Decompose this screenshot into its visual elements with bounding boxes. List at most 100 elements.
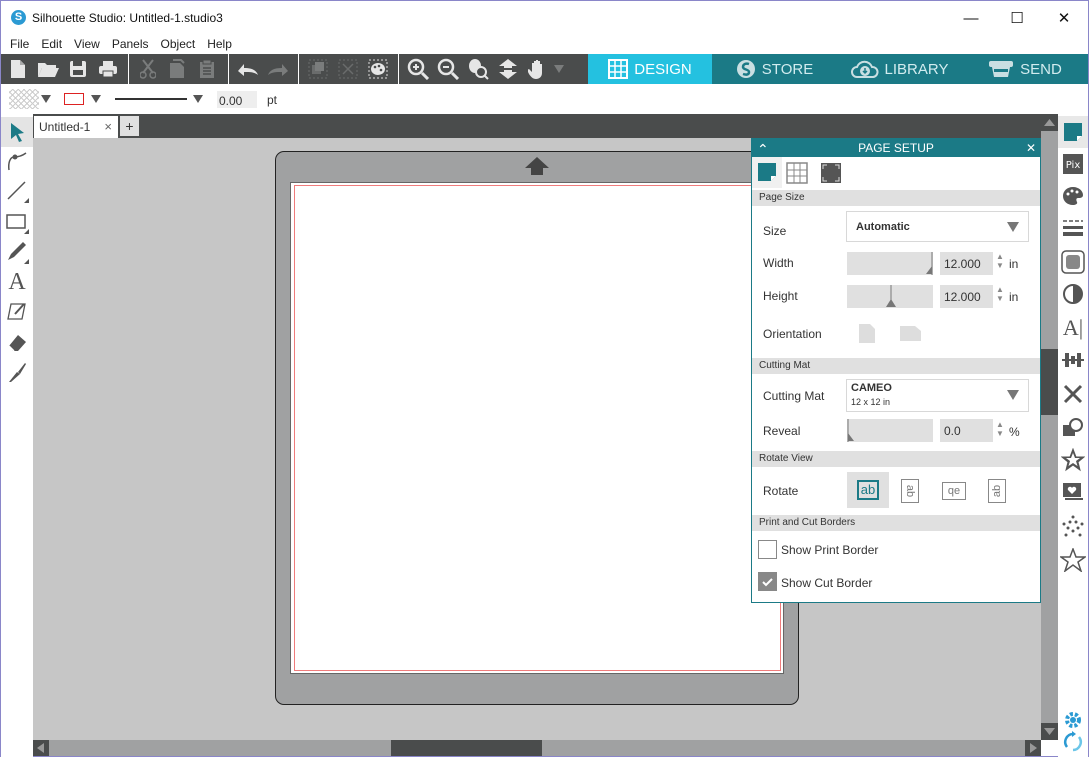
line-style-preview[interactable]: [115, 98, 187, 100]
minimize-button[interactable]: —: [948, 1, 994, 35]
maximize-button[interactable]: ☐: [994, 1, 1040, 35]
grid-subtab[interactable]: [786, 162, 808, 187]
fill-pattern-swatch[interactable]: [9, 89, 39, 109]
sync-button[interactable]: [1058, 726, 1088, 758]
knife-tool[interactable]: [1, 357, 33, 387]
rotate-90-button[interactable]: ab: [901, 479, 919, 503]
edit-points-tool[interactable]: [1, 146, 33, 176]
cut-icon[interactable]: [133, 54, 163, 84]
draw-tool[interactable]: [1, 237, 33, 267]
scroll-up-button[interactable]: [1041, 114, 1058, 131]
registration-subtab[interactable]: [820, 162, 842, 187]
cutting-mat-dropdown[interactable]: CAMEO 12 x 12 in: [846, 379, 1029, 412]
close-button[interactable]: ✕: [1041, 1, 1087, 35]
slider-thumb[interactable]: [925, 252, 933, 275]
modify-panel-button[interactable]: [1058, 412, 1088, 444]
width-spinner[interactable]: ▲ ▼: [996, 252, 1004, 270]
rhinestone-panel-button[interactable]: [1058, 510, 1088, 542]
show-print-border-checkbox[interactable]: [758, 540, 777, 559]
show-cut-border-checkbox[interactable]: [758, 572, 777, 591]
scroll-left-button[interactable]: [33, 740, 49, 756]
line-tool[interactable]: [1, 176, 33, 206]
new-file-icon[interactable]: [3, 54, 33, 84]
menu-help[interactable]: Help: [201, 35, 238, 54]
height-spinner[interactable]: ▲ ▼: [996, 285, 1004, 303]
fit-page-icon[interactable]: [493, 54, 523, 84]
reveal-spinner[interactable]: ▲ ▼: [996, 420, 1004, 438]
offset-panel-button[interactable]: [1058, 246, 1088, 278]
tab-design[interactable]: DESIGN: [588, 54, 712, 84]
contrast-panel-button[interactable]: [1058, 278, 1088, 310]
height-slider[interactable]: [847, 285, 933, 308]
rotate-0-button[interactable]: ab: [847, 472, 889, 508]
zoom-select-icon[interactable]: [463, 54, 493, 84]
slider-thumb[interactable]: [885, 285, 897, 308]
tab-library[interactable]: LIBRARY: [837, 54, 962, 84]
zoom-out-icon[interactable]: [433, 54, 463, 84]
redo-icon[interactable]: [263, 54, 293, 84]
pixscan-panel-button[interactable]: Pix: [1058, 148, 1088, 180]
menu-file[interactable]: File: [4, 35, 35, 54]
add-document-button[interactable]: +: [120, 116, 139, 136]
scroll-down-button[interactable]: [1041, 723, 1058, 740]
vertical-scrollbar[interactable]: [1041, 114, 1058, 740]
save-icon[interactable]: [63, 54, 93, 84]
sketch-tool[interactable]: [1, 297, 33, 327]
width-input[interactable]: 12.000: [940, 252, 993, 275]
trace-panel-button[interactable]: [1058, 476, 1088, 508]
menu-panels[interactable]: Panels: [106, 35, 155, 54]
zoom-in-icon[interactable]: [403, 54, 433, 84]
menu-edit[interactable]: Edit: [35, 35, 68, 54]
sketch-panel-button[interactable]: [1058, 544, 1088, 576]
landscape-orientation-button[interactable]: [900, 326, 921, 344]
width-slider[interactable]: [847, 252, 933, 275]
eraser-tool[interactable]: [1, 327, 33, 357]
ungroup-icon[interactable]: [333, 54, 363, 84]
doc-tab-untitled[interactable]: Untitled-1 ×: [34, 116, 118, 138]
open-folder-icon[interactable]: [33, 54, 63, 84]
transform-panel-button[interactable]: [1058, 378, 1088, 410]
slider-thumb[interactable]: [847, 419, 857, 442]
replicate-panel-button[interactable]: [1058, 444, 1088, 476]
page-setup-panel-button[interactable]: [1058, 116, 1088, 148]
rotate-270-button[interactable]: ab: [988, 479, 1006, 503]
undo-icon[interactable]: [233, 54, 263, 84]
print-icon[interactable]: [93, 54, 123, 84]
horizontal-scrollbar[interactable]: [33, 740, 1041, 756]
menu-object[interactable]: Object: [155, 35, 202, 54]
select-tool[interactable]: [1, 117, 33, 147]
line-color-dropdown-icon[interactable]: [91, 95, 101, 103]
align-panel-button[interactable]: [1058, 344, 1088, 376]
line-color-swatch[interactable]: [64, 93, 84, 105]
rotate-180-button[interactable]: qe: [942, 482, 966, 500]
panel-title: PAGE SETUP: [858, 141, 934, 155]
close-panel-icon[interactable]: ✕: [1026, 139, 1036, 157]
copy-icon[interactable]: [162, 54, 192, 84]
menu-view[interactable]: View: [68, 35, 106, 54]
tab-send[interactable]: SEND: [962, 54, 1088, 84]
line-style-panel-button[interactable]: [1058, 212, 1088, 244]
text-tool[interactable]: A: [1, 267, 33, 297]
pan-dropdown-icon[interactable]: [547, 54, 571, 84]
text-style-panel-button[interactable]: A|: [1058, 312, 1088, 344]
page-subtab[interactable]: [752, 157, 782, 188]
line-style-dropdown-icon[interactable]: [193, 95, 203, 103]
fill-panel-button[interactable]: [1058, 180, 1088, 212]
collapse-panel-icon[interactable]: ⌃: [757, 140, 769, 158]
paste-icon[interactable]: [192, 54, 222, 84]
rectangle-tool[interactable]: [1, 207, 33, 237]
reveal-slider[interactable]: [847, 419, 933, 442]
doc-tab-close-icon[interactable]: ×: [104, 119, 112, 134]
size-dropdown[interactable]: Automatic: [846, 211, 1029, 242]
portrait-orientation-button[interactable]: [859, 324, 875, 346]
reveal-input[interactable]: 0.0: [940, 419, 993, 442]
scroll-right-button[interactable]: [1025, 740, 1041, 756]
vertical-scroll-thumb[interactable]: [1041, 349, 1058, 415]
tab-store[interactable]: STORE: [712, 54, 837, 84]
group-icon[interactable]: [303, 54, 333, 84]
fill-color-icon[interactable]: [363, 54, 393, 84]
line-width-input[interactable]: 0.00: [217, 91, 257, 108]
horizontal-scroll-thumb[interactable]: [391, 740, 542, 756]
height-input[interactable]: 12.000: [940, 285, 993, 308]
fill-dropdown-icon[interactable]: [41, 95, 51, 103]
